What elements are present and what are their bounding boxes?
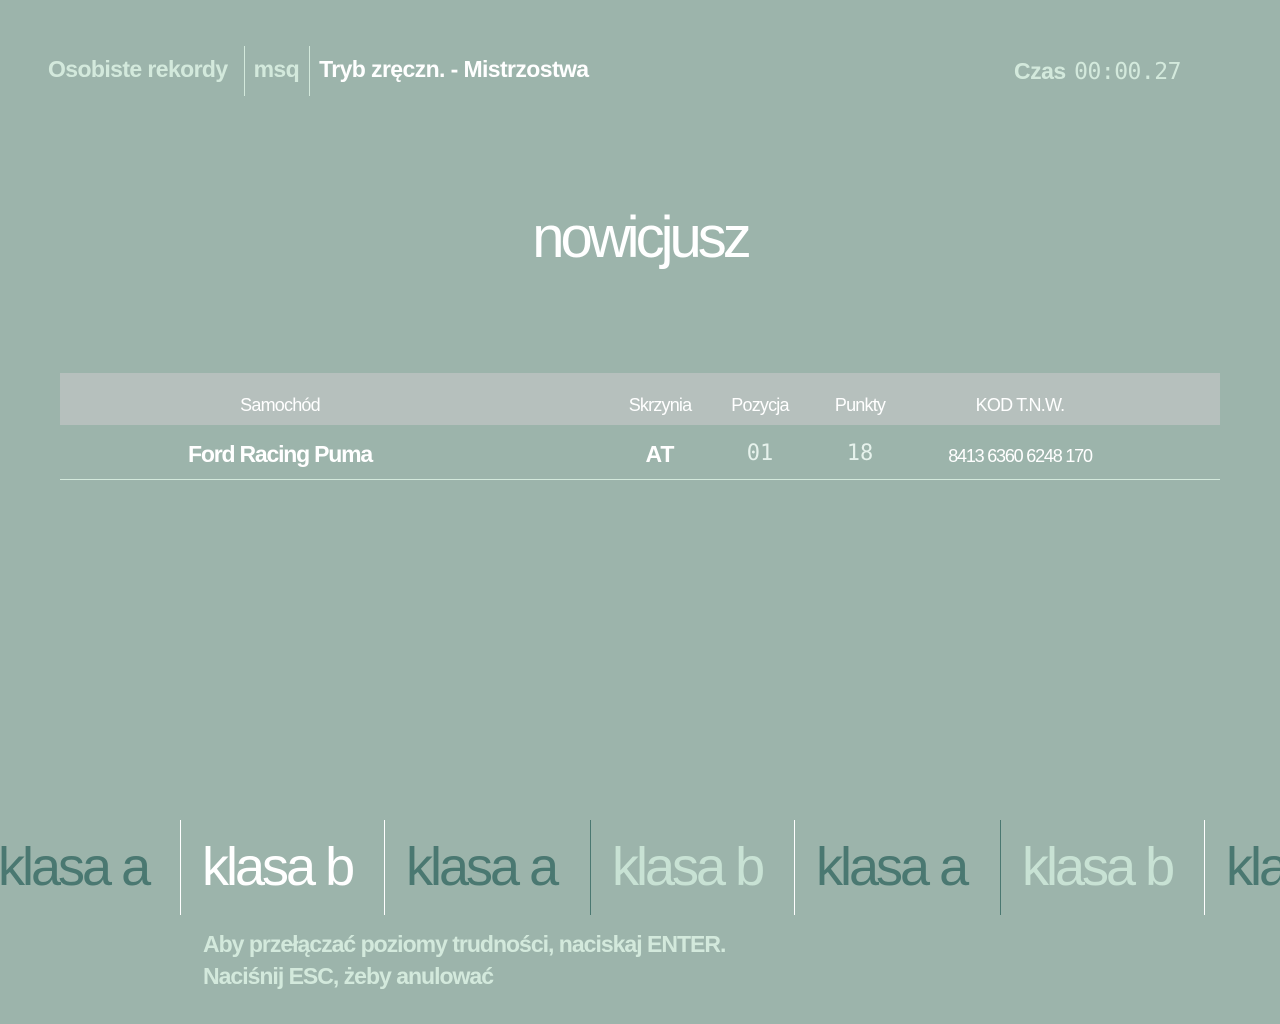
points-value: 18	[846, 441, 874, 466]
class-option[interactable]: klasa a	[406, 820, 559, 915]
hint-esc: Naciśnij ESC, żeby anulować	[203, 963, 494, 989]
class-divider	[384, 820, 385, 915]
header-bar: Osobiste rekordy msq Tryb zręczn. - Mist…	[48, 46, 589, 98]
position-value: 01	[746, 441, 774, 466]
hint-enter: Aby przełączać poziomy trudności, nacisk…	[203, 931, 726, 957]
class-divider	[1000, 820, 1001, 915]
gearbox-value: AT	[645, 441, 675, 467]
code-value: 8413 6360 6248 170	[948, 446, 1093, 466]
class-option[interactable]: klasa b	[1022, 820, 1175, 915]
timer: Czas 00:00.27	[1014, 48, 1181, 94]
car-name: Ford Racing Puma	[188, 441, 373, 467]
player-name: msq	[243, 46, 310, 96]
game-mode-title: Tryb zręczn. - Mistrzostwa	[309, 46, 589, 96]
controls-hint: Aby przełączać poziomy trudności, nacisk…	[203, 928, 726, 992]
class-divider	[590, 820, 591, 915]
table-header: Samochód Skrzynia Pozycja Punkty KOD T.N…	[60, 373, 1220, 425]
results-table: Samochód Skrzynia Pozycja Punkty KOD T.N…	[60, 373, 1220, 480]
class-option[interactable]: klasa b	[612, 820, 765, 915]
timer-value: 00:00.27	[1074, 59, 1181, 85]
difficulty-title: nowicjusz	[532, 205, 751, 270]
table-row: Ford Racing Puma AT 01 18 8413 6360 6248…	[60, 425, 1220, 480]
class-option[interactable]: klasa a	[816, 820, 969, 915]
class-option[interactable]: klasa a	[0, 820, 151, 915]
class-option[interactable]: klasa a	[1226, 820, 1280, 915]
class-divider	[180, 820, 181, 915]
class-carousel[interactable]: klasa a klasa b klasa a klasa b klasa a klasa…	[0, 820, 1280, 915]
class-option-selected[interactable]: klasa b	[202, 820, 355, 915]
class-divider	[794, 820, 795, 915]
personal-records-label: Osobiste rekordy	[48, 56, 228, 82]
timer-label: Czas	[1014, 58, 1066, 84]
class-divider	[1204, 820, 1205, 915]
